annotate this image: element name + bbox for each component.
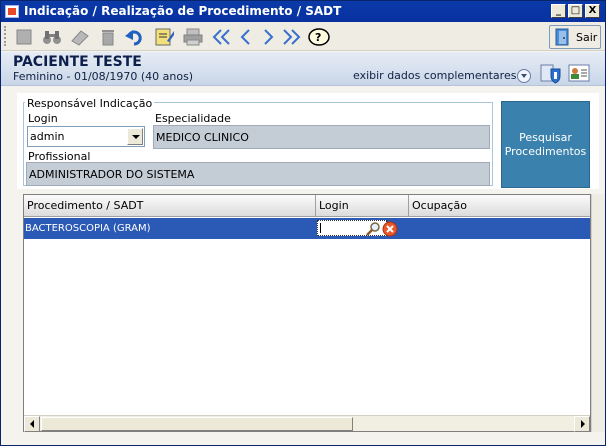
column-header-procedure[interactable]: Procedimento / SADT	[24, 195, 316, 217]
right-edge-bar	[591, 194, 605, 432]
procedures-grid: Procedimento / SADT Login Ocupação BACTE…	[23, 194, 591, 432]
binoculars-icon[interactable]	[41, 26, 63, 48]
horizontal-scrollbar[interactable]	[24, 415, 590, 432]
scroll-thumb[interactable]	[41, 417, 353, 431]
toolbar-grip[interactable]	[4, 26, 8, 46]
patient-info: Feminino - 01/08/1970 (40 anos)	[13, 70, 194, 83]
title-bar: Indicação / Realização de Procedimento /…	[1, 1, 605, 22]
eraser-icon[interactable]	[69, 26, 91, 48]
print-icon[interactable]	[182, 26, 204, 48]
professional-value: ADMINISTRADOR DO SISTEMA	[29, 168, 195, 181]
specialty-label: Especialidade	[155, 112, 231, 125]
svg-text:?: ?	[315, 31, 321, 44]
maximize-button[interactable]: □	[568, 4, 583, 18]
chevron-down-icon[interactable]	[127, 128, 143, 145]
grid-header: Procedimento / SADT Login Ocupação	[24, 195, 590, 217]
window-title: Indicação / Realização de Procedimento /…	[24, 4, 342, 18]
patient-name: PACIENTE TESTE	[13, 54, 142, 70]
minimize-button[interactable]: _	[551, 4, 566, 18]
edit-icon[interactable]	[154, 26, 176, 48]
close-button[interactable]: X	[585, 4, 600, 18]
exit-button[interactable]: Sair	[549, 25, 601, 49]
shield-icon[interactable]	[540, 62, 562, 84]
app-icon	[5, 5, 19, 18]
user-card-icon[interactable]	[568, 63, 590, 83]
login-select-value: admin	[30, 130, 65, 143]
indication-legend: Responsável Indicação	[25, 97, 155, 110]
main-window: Indicação / Realização de Procedimento /…	[0, 0, 606, 446]
specialty-field: MEDICO CLINICO	[153, 125, 490, 149]
last-icon[interactable]	[280, 26, 302, 48]
table-row[interactable]: BACTEROSCOPIA (GRAM)	[24, 218, 590, 239]
column-header-occupation[interactable]: Ocupação	[409, 195, 590, 217]
trash-icon[interactable]	[97, 26, 119, 48]
next-icon[interactable]	[257, 26, 279, 48]
magnifier-icon[interactable]	[365, 221, 381, 237]
exit-door-icon	[555, 28, 569, 46]
login-cell-editor[interactable]	[317, 220, 398, 237]
procedure-cell[interactable]: BACTEROSCOPIA (GRAM)	[24, 218, 316, 239]
new-icon[interactable]	[13, 26, 35, 48]
scroll-right-icon[interactable]	[574, 416, 590, 432]
search-procedures-button[interactable]: Pesquisar Procedimentos	[501, 101, 590, 188]
login-select[interactable]: admin	[27, 126, 145, 147]
previous-icon[interactable]	[235, 26, 257, 48]
patient-header: PACIENTE TESTE Feminino - 01/08/1970 (40…	[1, 52, 605, 86]
delete-icon[interactable]	[382, 221, 398, 237]
toolbar: ? Sair	[1, 22, 605, 51]
expand-icon[interactable]	[517, 69, 531, 83]
undo-icon[interactable]	[124, 26, 146, 48]
help-icon[interactable]: ?	[308, 26, 330, 48]
specialty-value: MEDICO CLINICO	[156, 131, 249, 144]
complementary-data-link[interactable]: exibir dados complementares...	[353, 69, 527, 82]
occupation-cell[interactable]	[409, 218, 590, 239]
column-header-login[interactable]: Login	[316, 195, 409, 217]
scroll-left-icon[interactable]	[24, 416, 40, 432]
exit-label: Sair	[576, 30, 598, 44]
first-icon[interactable]	[211, 26, 233, 48]
text-caret	[320, 223, 321, 233]
professional-field: ADMINISTRADOR DO SISTEMA	[26, 162, 490, 186]
login-label: Login	[28, 112, 58, 125]
